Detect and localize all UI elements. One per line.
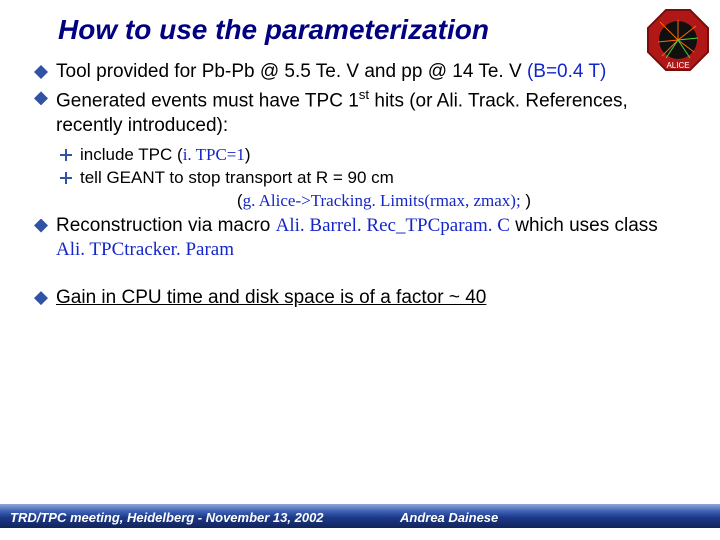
alice-logo: ALICE bbox=[646, 8, 710, 72]
b3-code1: Ali. Barrel. Rec_TPCparam. C bbox=[276, 215, 510, 236]
bullet-4-text: Gain in CPU time and disk space is of a … bbox=[56, 286, 688, 310]
b3a: Reconstruction via macro bbox=[56, 215, 276, 236]
plus-icon bbox=[60, 149, 72, 161]
bullet-1: Tool provided for Pb-Pb @ 5.5 Te. V and … bbox=[34, 60, 688, 84]
b1-blue: (B=0.4 T) bbox=[527, 61, 606, 82]
diamond-icon bbox=[34, 65, 48, 79]
footer: TRD/TPC meeting, Heidelberg - November 1… bbox=[0, 488, 720, 528]
sub-bullet-1: include TPC (i. TPC=1) bbox=[60, 144, 688, 166]
b2-pre: Generated events must have TPC 1 bbox=[56, 91, 359, 112]
diamond-icon bbox=[34, 91, 48, 105]
sub-bullet-2: tell GEANT to stop transport at R = 90 c… bbox=[60, 167, 688, 189]
s1a: include TPC ( bbox=[80, 145, 183, 164]
bullet-2: Generated events must have TPC 1st hits … bbox=[34, 86, 688, 138]
sub-bullets: include TPC (i. TPC=1) tell GEANT to sto… bbox=[34, 140, 688, 213]
b3-code2: Ali. TPCtracker. Param bbox=[56, 239, 234, 260]
plus-icon bbox=[60, 172, 72, 184]
svg-text:ALICE: ALICE bbox=[666, 61, 689, 70]
diamond-icon bbox=[34, 291, 48, 305]
s2-code: g. Alice->Tracking. Limits(rmax, zmax); bbox=[243, 191, 521, 210]
sub2-code-line: (g. Alice->Tracking. Limits(rmax, zmax);… bbox=[60, 190, 688, 212]
spacer bbox=[34, 264, 688, 286]
slide: How to use the parameterization ALICE To… bbox=[0, 0, 720, 540]
s2-paren-c: ) bbox=[521, 191, 531, 210]
s1b: ) bbox=[245, 145, 251, 164]
s1-code: i. TPC=1 bbox=[183, 145, 245, 164]
sub1-text: include TPC (i. TPC=1) bbox=[80, 144, 688, 166]
b2-sup: st bbox=[359, 87, 369, 102]
footer-left: TRD/TPC meeting, Heidelberg - November 1… bbox=[10, 510, 324, 525]
slide-title: How to use the parameterization bbox=[0, 0, 720, 46]
sub2-text: tell GEANT to stop transport at R = 90 c… bbox=[80, 167, 688, 189]
bullet-3-text: Reconstruction via macro Ali. Barrel. Re… bbox=[56, 214, 688, 263]
b1-main: Tool provided for Pb-Pb @ 5.5 Te. V and … bbox=[56, 61, 527, 82]
bullet-2-text: Generated events must have TPC 1st hits … bbox=[56, 86, 688, 138]
bullet-3: Reconstruction via macro Ali. Barrel. Re… bbox=[34, 214, 688, 263]
bullet-1-text: Tool provided for Pb-Pb @ 5.5 Te. V and … bbox=[56, 60, 688, 84]
b3b: which uses class bbox=[510, 215, 658, 236]
bullet-4: Gain in CPU time and disk space is of a … bbox=[34, 286, 688, 310]
footer-right: Andrea Dainese bbox=[400, 510, 498, 525]
diamond-icon bbox=[34, 219, 48, 233]
content-area: Tool provided for Pb-Pb @ 5.5 Te. V and … bbox=[0, 46, 720, 310]
